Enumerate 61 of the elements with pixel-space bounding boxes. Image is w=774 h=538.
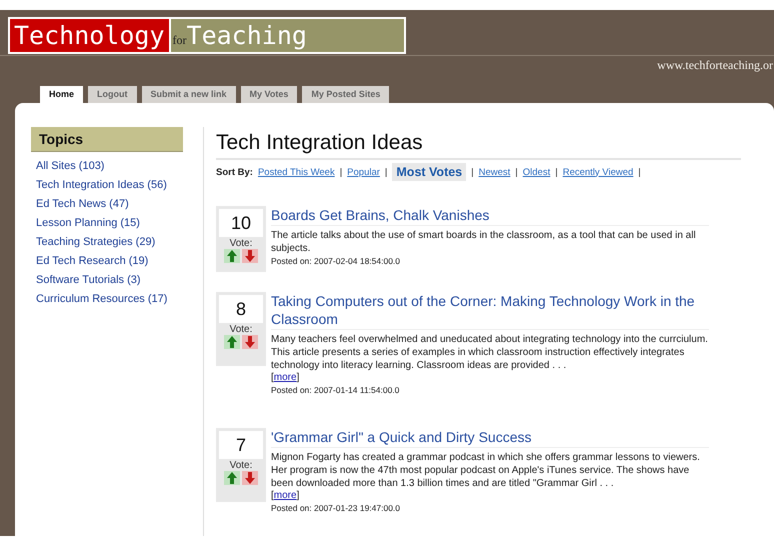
up-arrow-icon (227, 336, 237, 348)
topic-link[interactable]: Tech Integration Ideas (56) (36, 179, 183, 191)
nav-tab[interactable]: Home (40, 86, 84, 103)
more-line: [more] (271, 490, 300, 502)
more-line: [more] (271, 372, 300, 384)
nav-tab[interactable]: My Posted Sites (302, 86, 390, 103)
more-link[interactable]: more (274, 490, 297, 501)
vote-label: Vote: (230, 238, 252, 249)
topic-link[interactable]: Teaching Strategies (29) (36, 236, 183, 248)
vote-label: Vote: (230, 460, 252, 471)
vote-up-button[interactable] (224, 335, 240, 349)
sort-link[interactable]: Newest (478, 166, 510, 178)
vote-up-button[interactable] (224, 471, 240, 485)
up-arrow-icon (227, 250, 237, 262)
down-arrow-icon (245, 472, 255, 484)
more-link[interactable]: more (274, 372, 297, 383)
post-title-link[interactable]: Taking Computers out of the Corner: Making Technology Work in the Classroom (271, 292, 709, 330)
sidebar-title: Topics (31, 127, 183, 152)
topic-link[interactable]: Ed Tech Research (19) (36, 255, 183, 267)
post-summary: Many teachers feel overwhelmed and uneducated about integrating technology into the currciulum. This article presents a series of examples in which classroom instruction effectively integrates technology into literacy learning. Classroom ideas are provided . . . (271, 333, 709, 372)
down-arrow-icon (245, 336, 255, 348)
separator: | (471, 166, 474, 178)
nav-tab[interactable]: My Votes (240, 86, 298, 103)
sort-label: Sort By: (216, 166, 253, 178)
separator: | (555, 166, 558, 178)
topic-link[interactable]: Lesson Planning (15) (36, 217, 183, 229)
vote-down-button[interactable] (242, 471, 258, 485)
sort-link[interactable]: Most Votes (392, 163, 466, 181)
vote-count: 10 (219, 209, 263, 237)
site-logo[interactable]: Technology forTeaching (8, 17, 406, 54)
post-date: Posted on: 2007-02-04 18:54:00.0 (271, 256, 402, 266)
post-summary: The article talks about the use of smart boards in the classroom, as a tool that can be used in all subjects. (271, 229, 697, 255)
up-arrow-icon (227, 472, 237, 484)
separator: | (384, 166, 388, 178)
nav-tab[interactable]: Logout (88, 86, 137, 103)
vote-up-button[interactable] (224, 249, 240, 263)
vote-down-button[interactable] (242, 249, 258, 263)
site-url: www.techforteaching.or (657, 58, 773, 74)
vote-label: Vote: (230, 324, 252, 335)
page-title: Tech Integration Ideas (216, 127, 741, 160)
post-title-link[interactable]: Boards Get Brains, Chalk Vanishes (271, 206, 709, 226)
topic-link[interactable]: All Sites (103) (36, 160, 183, 172)
separator: | (515, 166, 518, 178)
sort-link[interactable]: Popular (347, 166, 380, 178)
topic-link[interactable]: Curriculum Resources (17) (36, 293, 183, 305)
vote-count: 7 (219, 431, 263, 459)
post-title-link[interactable]: 'Grammar Girl" a Quick and Dirty Success (271, 428, 709, 448)
topic-link[interactable]: Software Tutorials (3) (36, 274, 183, 286)
sort-link[interactable]: Posted This Week (258, 166, 335, 178)
topic-link[interactable]: Ed Tech News (47) (36, 198, 183, 210)
down-arrow-icon (245, 250, 255, 262)
sort-link[interactable]: Recently Viewed (562, 166, 634, 178)
vote-down-button[interactable] (242, 335, 258, 349)
separator: | (340, 166, 342, 178)
post-summary: Mignon Fogarty has created a grammar podcast in which she offers grammar lessons to viewers. Her program is now the 47th most popular podcast on Apple's iTunes service. The shows have been downloaded more than 1.3 billion times and are titled "Grammar Girl . . . (271, 451, 701, 490)
sort-link[interactable]: Oldest (522, 166, 550, 178)
separator: | (638, 166, 641, 178)
post-date: Posted on: 2007-01-23 19:47:00.0 (271, 503, 402, 513)
vote-count: 8 (219, 295, 263, 323)
nav-tab[interactable]: Submit a new link (142, 86, 236, 103)
post-date: Posted on: 2007-01-14 11:54:00.0 (271, 385, 400, 395)
